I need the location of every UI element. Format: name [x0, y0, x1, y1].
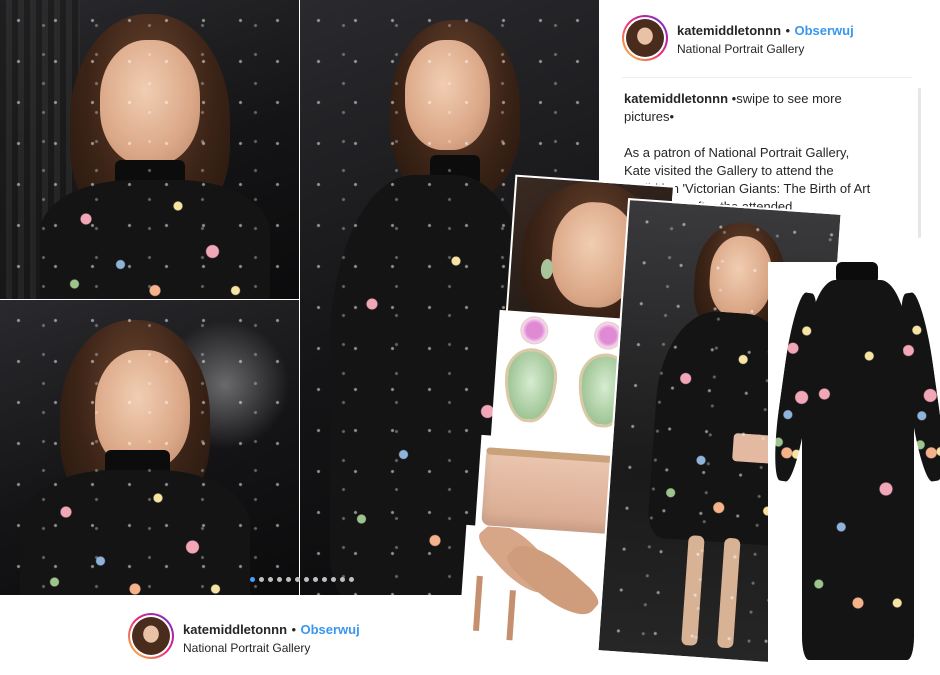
carousel-dot[interactable] — [349, 577, 354, 582]
product-floral-dress — [768, 262, 940, 667]
photo-portrait-bottom-left — [0, 300, 299, 595]
separator-dot: • — [785, 23, 791, 38]
caption-line: •swipe to see more — [731, 91, 842, 106]
avatar[interactable] — [128, 613, 174, 659]
post-header-bottom: katemiddletonnn • Obserwuj — [183, 621, 360, 639]
photo-portrait-top-left — [0, 0, 299, 299]
post-header-top: katemiddletonnn • Obserwuj — [677, 22, 854, 40]
carousel-dot[interactable] — [313, 577, 318, 582]
carousel-dot[interactable] — [277, 577, 282, 582]
caption-line: As a patron of National Portrait Gallery… — [624, 145, 850, 160]
username-link[interactable]: katemiddletonnn — [183, 622, 287, 637]
location-link[interactable]: National Portrait Gallery — [677, 42, 804, 56]
carousel-dot[interactable] — [322, 577, 327, 582]
follow-button[interactable]: Obserwuj — [300, 622, 359, 637]
product-heels — [457, 524, 617, 656]
caption-scrollbar[interactable] — [918, 88, 921, 238]
carousel-dot[interactable] — [340, 577, 345, 582]
caption-line: Kate visited the Gallery to attend the — [624, 163, 834, 178]
follow-button[interactable]: Obserwuj — [794, 23, 853, 38]
carousel-dot-active[interactable] — [250, 577, 255, 582]
username-link[interactable]: katemiddletonnn — [677, 23, 781, 38]
carousel-dot[interactable] — [259, 577, 264, 582]
divider — [622, 77, 912, 78]
carousel-dot[interactable] — [304, 577, 309, 582]
location-link[interactable]: National Portrait Gallery — [183, 641, 310, 655]
caption-line — [624, 126, 904, 144]
carousel-dot[interactable] — [268, 577, 273, 582]
carousel-dot[interactable] — [331, 577, 336, 582]
caption-line: pictures• — [624, 109, 675, 124]
avatar[interactable] — [622, 15, 668, 61]
carousel-dot[interactable] — [286, 577, 291, 582]
carousel-dot[interactable] — [295, 577, 300, 582]
carousel-indicator[interactable] — [250, 577, 354, 582]
caption-username[interactable]: katemiddletonnn — [624, 91, 728, 106]
separator-dot: • — [291, 622, 297, 637]
